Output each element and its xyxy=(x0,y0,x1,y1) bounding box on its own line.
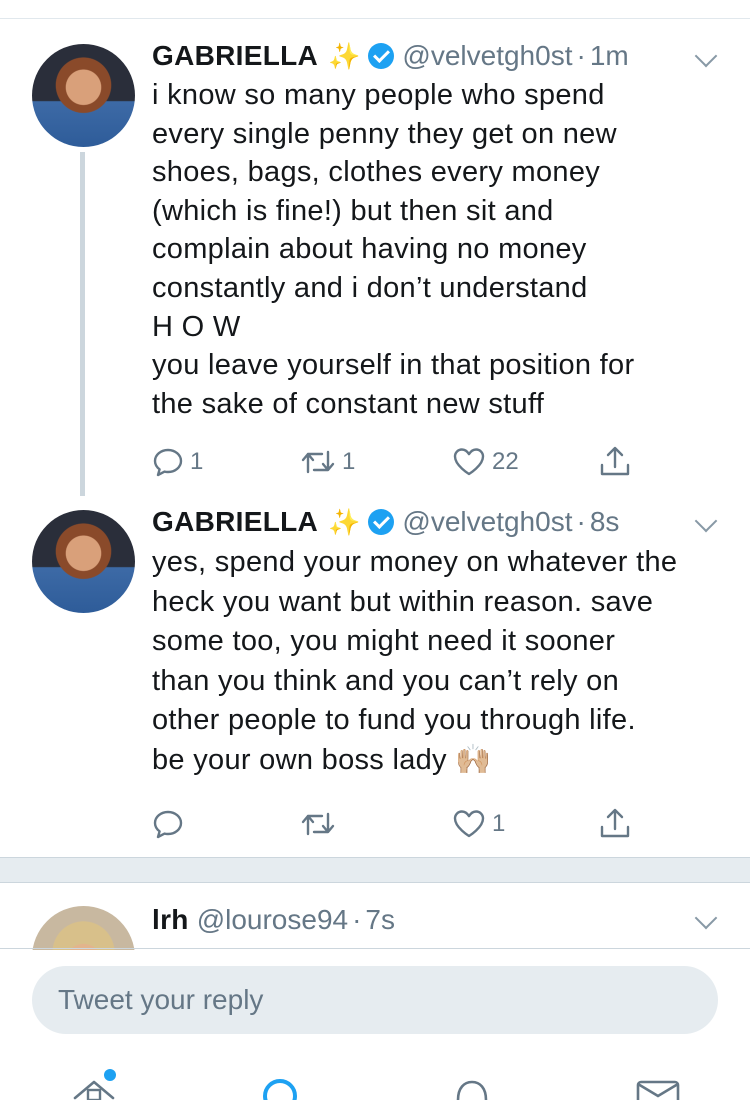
divider-bottom xyxy=(0,882,750,883)
top-border xyxy=(0,18,750,19)
share-icon xyxy=(600,808,630,838)
tweet-actions: 1 1 22 xyxy=(152,444,652,480)
retweet-icon xyxy=(301,450,335,474)
chevron-down-icon[interactable] xyxy=(694,906,718,930)
avatar[interactable] xyxy=(32,44,135,147)
reply-input[interactable]: Tweet your reply xyxy=(32,966,718,1034)
reply-icon xyxy=(153,810,183,839)
reply-placeholder: Tweet your reply xyxy=(58,984,264,1015)
verified-badge-icon xyxy=(368,509,395,535)
reply-bar-border xyxy=(0,948,750,949)
tweet-header: GABRIELLA ✨ @velvetgh0st · 1m xyxy=(152,38,629,74)
retweet-button[interactable] xyxy=(300,806,342,842)
verified-badge-icon xyxy=(368,43,395,69)
messages-icon[interactable] xyxy=(634,1076,682,1100)
retweet-button[interactable]: 1 xyxy=(300,444,355,480)
tweet-text: i know so many people who spend every si… xyxy=(152,79,635,420)
reply-button[interactable]: 1 xyxy=(152,444,203,480)
reply-count: 1 xyxy=(190,448,204,475)
like-button[interactable]: 22 xyxy=(452,444,519,480)
display-name[interactable]: GABRIELLA xyxy=(152,40,318,72)
like-count: 1 xyxy=(492,810,506,837)
section-divider xyxy=(0,858,750,882)
timestamp[interactable]: 8s xyxy=(590,506,620,538)
handle[interactable]: @lourose94 xyxy=(197,904,348,936)
separator-dot: · xyxy=(576,506,586,537)
retweet-icon xyxy=(301,812,335,836)
sparkle-emoji: ✨ xyxy=(328,506,361,537)
separator-dot: · xyxy=(576,40,586,71)
notifications-icon[interactable] xyxy=(450,1076,494,1100)
like-count: 22 xyxy=(492,448,519,475)
avatar[interactable] xyxy=(32,510,135,613)
handle[interactable]: @velvetgh0st xyxy=(402,40,572,72)
avatar-clip xyxy=(32,906,135,950)
chevron-down-icon[interactable] xyxy=(694,509,718,533)
thread-line xyxy=(80,152,85,496)
search-icon[interactable] xyxy=(258,1076,302,1100)
new-indicator-dot xyxy=(104,1069,116,1081)
separator-dot: · xyxy=(352,904,362,935)
display-name[interactable]: lrh xyxy=(152,904,189,936)
heart-icon xyxy=(453,448,485,476)
handle[interactable]: @velvetgh0st xyxy=(402,506,572,538)
share-button[interactable] xyxy=(598,806,632,842)
share-button[interactable] xyxy=(598,444,632,480)
tweet-header: lrh @lourose94 · 7s xyxy=(152,902,395,938)
like-button[interactable]: 1 xyxy=(452,806,505,842)
chevron-down-icon[interactable] xyxy=(694,44,718,68)
tweet-text: yes, spend your money on whatever the he… xyxy=(152,546,678,776)
sparkle-emoji: ✨ xyxy=(328,40,361,71)
display-name[interactable]: GABRIELLA xyxy=(152,506,318,538)
share-icon xyxy=(600,446,630,476)
timestamp[interactable]: 7s xyxy=(365,904,395,936)
tweet-actions: 1 xyxy=(152,806,652,842)
reply-button[interactable] xyxy=(152,806,190,842)
avatar[interactable] xyxy=(32,906,135,950)
timestamp[interactable]: 1m xyxy=(590,40,629,72)
retweet-count: 1 xyxy=(342,448,356,475)
heart-icon xyxy=(453,810,485,838)
reply-icon xyxy=(153,448,183,477)
tweet-header: GABRIELLA ✨ @velvetgh0st · 8s xyxy=(152,504,619,540)
